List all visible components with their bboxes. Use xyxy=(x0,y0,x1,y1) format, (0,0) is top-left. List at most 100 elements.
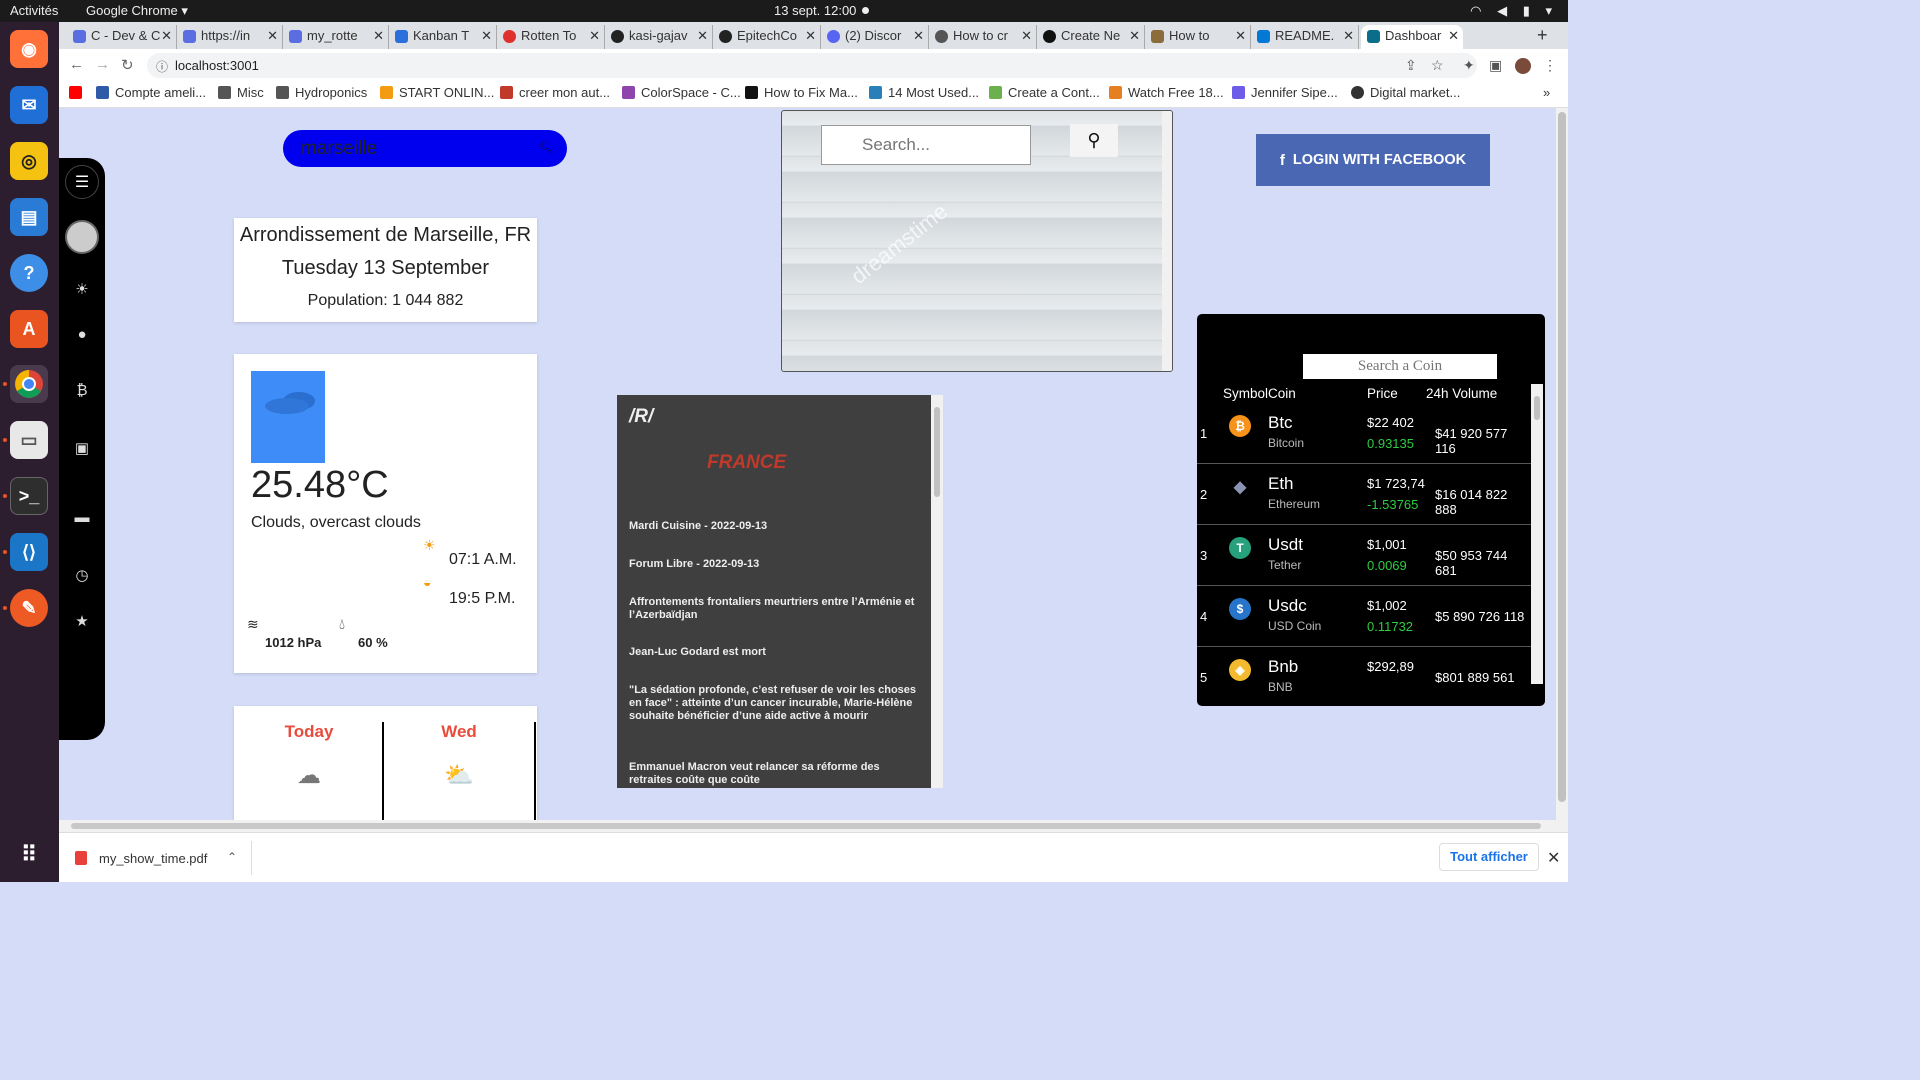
rhythmbox-icon[interactable]: ◎ xyxy=(10,142,48,180)
search-button[interactable]: ⚲ xyxy=(1070,124,1118,157)
bookmark-item[interactable]: Create a Cont... xyxy=(989,85,1100,100)
sidepanel-icon[interactable]: ▣ xyxy=(1489,57,1502,74)
download-filename[interactable]: my_show_time.pdf xyxy=(99,851,207,866)
activities-button[interactable]: Activités xyxy=(10,3,58,18)
reddit-post[interactable]: "La sédation profonde, c’est refuser de … xyxy=(629,684,921,723)
coin-row[interactable]: 3 T Usdt Tether $1,001 0.0069 $50 953 74… xyxy=(1197,526,1531,586)
back-icon[interactable]: ← xyxy=(69,56,84,73)
bookmark-item[interactable]: How to Fix Ma... xyxy=(745,85,858,100)
show-all-button[interactable]: Tout afficher xyxy=(1439,843,1539,871)
tab[interactable]: Kanban T ✕ xyxy=(389,25,497,49)
bookmark-star-icon[interactable]: ☆ xyxy=(1431,57,1444,74)
search-icon[interactable]: 🔍︎ xyxy=(539,141,553,154)
menu-icon[interactable]: ☰ xyxy=(65,165,99,199)
show-apps-icon[interactable]: ⠿ xyxy=(10,836,48,874)
bookmark-folder[interactable]: Misc xyxy=(218,85,264,100)
close-icon[interactable]: ✕ xyxy=(805,28,816,44)
tab[interactable]: (2) Discor ✕ xyxy=(821,25,929,49)
scrollbar-thumb[interactable] xyxy=(71,823,1541,829)
firefox-icon[interactable]: ◉ xyxy=(10,30,48,68)
bookmark-folder[interactable]: Hydroponics xyxy=(276,85,367,100)
reddit-post[interactable]: Mardi Cuisine - 2022-09-13 xyxy=(629,520,921,533)
help-icon[interactable]: ? xyxy=(10,254,48,292)
bookmark-item[interactable]: creer mon aut... xyxy=(500,85,610,100)
scrollbar[interactable] xyxy=(931,395,943,788)
city-search-input[interactable] xyxy=(301,136,521,162)
reddit-post[interactable]: Affrontements frontaliers meurtriers ent… xyxy=(629,596,921,622)
bookmark-item[interactable]: Jennifer Sipe... xyxy=(1232,85,1338,100)
system-tray[interactable]: ◠ ◀ ▮ ▾ xyxy=(1470,3,1558,19)
bookmark-item[interactable]: 14 Most Used... xyxy=(869,85,979,100)
kebab-menu-icon[interactable]: ⋮ xyxy=(1543,57,1557,74)
tv-icon[interactable]: ▬ xyxy=(71,509,93,531)
chrome-icon[interactable] xyxy=(10,365,48,403)
close-icon[interactable]: ✕ xyxy=(913,28,924,44)
reddit-post[interactable]: Jean-Luc Godard est mort xyxy=(629,646,921,659)
tab[interactable]: C - Dev & C ✕ xyxy=(67,25,177,49)
tab[interactable]: How to cr ✕ xyxy=(929,25,1037,49)
bookmark-item[interactable]: ColorSpace - C... xyxy=(622,85,741,100)
postman-icon[interactable]: ✎ xyxy=(10,589,48,627)
close-icon[interactable]: ✕ xyxy=(1235,28,1246,44)
page-vertical-scrollbar[interactable] xyxy=(1556,108,1568,820)
star-icon[interactable]: ★ xyxy=(71,612,93,634)
files-icon[interactable]: ▭ xyxy=(10,421,48,459)
close-icon[interactable]: ✕ xyxy=(1021,28,1032,44)
subreddit-name[interactable]: FRANCE xyxy=(707,452,786,474)
extensions-icon[interactable]: ✦ xyxy=(1463,57,1475,74)
clock[interactable]: 13 sept. 12:00 xyxy=(774,3,856,18)
scrollbar-thumb[interactable] xyxy=(934,407,940,497)
chevron-up-icon[interactable]: ⌃ xyxy=(227,850,237,864)
close-icon[interactable]: ✕ xyxy=(1343,28,1354,44)
tab[interactable]: Create Ne ✕ xyxy=(1037,25,1145,49)
url-bar[interactable]: ⓘ localhost:3001 xyxy=(147,53,1477,78)
software-center-icon[interactable]: A xyxy=(10,310,48,348)
page-horizontal-scrollbar[interactable] xyxy=(59,820,1568,832)
bookmark-item[interactable]: START ONLIN... xyxy=(380,85,494,100)
profile-avatar[interactable] xyxy=(1515,58,1531,74)
forward-icon[interactable]: → xyxy=(95,56,110,73)
close-icon[interactable]: ✕ xyxy=(1547,848,1560,868)
close-icon[interactable]: ✕ xyxy=(1129,28,1140,44)
close-icon[interactable]: ✕ xyxy=(589,28,600,44)
close-icon[interactable]: ✕ xyxy=(481,28,492,44)
user-avatar[interactable] xyxy=(65,220,99,254)
bookmark-youtube[interactable] xyxy=(69,85,88,100)
share-icon[interactable]: ⇪ xyxy=(1405,57,1417,74)
facebook-login-button[interactable]: f LOGIN WITH FACEBOOK xyxy=(1256,134,1490,186)
writer-icon[interactable]: ▤ xyxy=(10,198,48,236)
sun-icon[interactable]: ☀ xyxy=(71,280,93,302)
timer-icon[interactable]: ◷ xyxy=(71,566,93,588)
image-icon[interactable]: ▣ xyxy=(71,439,93,461)
tab[interactable]: https://in ✕ xyxy=(177,25,283,49)
coin-row[interactable]: 1 ₿ Btc Bitcoin $22 402 0.93135 $41 920 … xyxy=(1197,404,1531,464)
coin-row[interactable]: 2 ◆ Eth Ethereum $1 723,74 -1.53765 $16 … xyxy=(1197,465,1531,525)
coin-row[interactable]: 4 $ Usdc USD Coin $1,002 0.11732 $5 890 … xyxy=(1197,587,1531,647)
close-icon[interactable]: ✕ xyxy=(267,28,278,44)
scrollbar[interactable] xyxy=(1162,111,1172,371)
scrollbar[interactable] xyxy=(1531,384,1543,684)
tab[interactable]: EpitechCo ✕ xyxy=(713,25,821,49)
tab[interactable]: my_rotte ✕ xyxy=(283,25,389,49)
close-icon[interactable]: ✕ xyxy=(373,28,384,44)
vscode-icon[interactable]: ⟨⟩ xyxy=(10,533,48,571)
close-icon[interactable]: ✕ xyxy=(697,28,708,44)
bookmark-item[interactable]: Digital market... xyxy=(1351,85,1460,100)
coin-row[interactable]: 5 ◈ Bnb BNB $292,89 $801 889 561 xyxy=(1197,648,1531,706)
close-icon[interactable]: ✕ xyxy=(161,28,172,44)
reddit-post[interactable]: Emmanuel Macron veut relancer sa réforme… xyxy=(629,761,921,787)
scrollbar-thumb[interactable] xyxy=(1558,112,1566,802)
coin-search-input[interactable] xyxy=(1303,354,1497,379)
image-search-input[interactable] xyxy=(821,125,1031,165)
bitcoin-icon[interactable]: ₿ xyxy=(71,382,93,404)
reload-icon[interactable]: ↻ xyxy=(121,56,134,74)
tab-active[interactable]: Dashboar ✕ xyxy=(1361,25,1463,49)
bookmark-item[interactable]: Watch Free 18... xyxy=(1109,85,1224,100)
reddit-icon[interactable]: ● xyxy=(71,326,93,348)
new-tab-button[interactable]: + xyxy=(1537,25,1548,46)
app-menu[interactable]: Google Chrome ▾ xyxy=(86,3,188,19)
scrollbar-thumb[interactable] xyxy=(1534,396,1540,420)
bookmarks-overflow-icon[interactable]: » xyxy=(1543,85,1550,100)
site-info-icon[interactable]: ⓘ xyxy=(156,58,168,75)
close-icon[interactable]: ✕ xyxy=(1448,28,1459,44)
